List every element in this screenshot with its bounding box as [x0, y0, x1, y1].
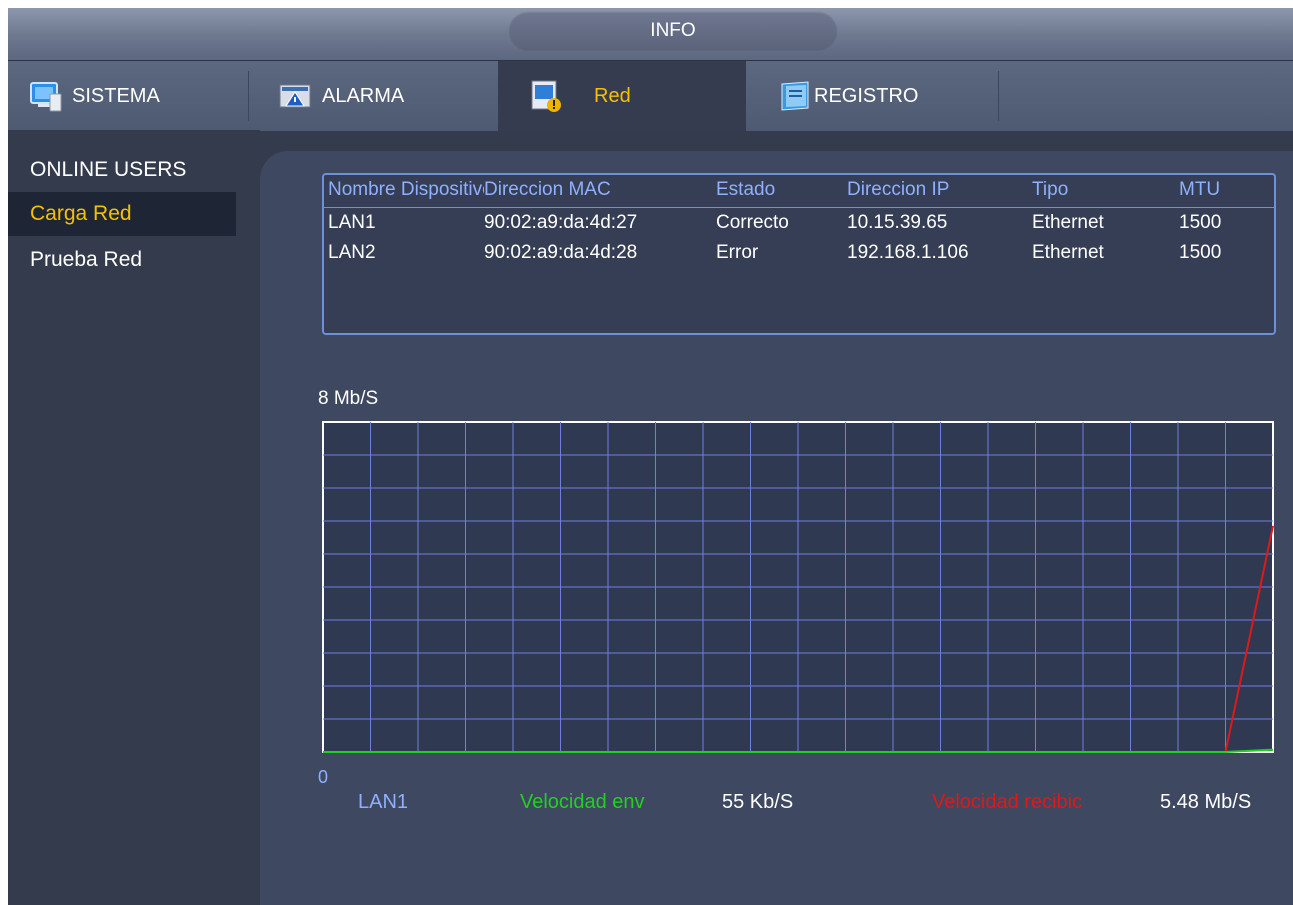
cell-ip: 10.15.39.65: [847, 212, 948, 233]
cell-type: Ethernet: [1032, 242, 1104, 263]
cell-mtu: 1500: [1179, 242, 1222, 263]
tab-divider: [248, 71, 249, 121]
window-title: INFO: [508, 11, 838, 51]
tab-label: ALARMA: [322, 84, 405, 107]
tab-label: REGISTRO: [814, 84, 919, 107]
sidebar-item-carga-red[interactable]: Carga Red: [8, 192, 236, 236]
cell-device-name: LAN2: [328, 242, 376, 263]
tab-sistema[interactable]: SISTEMA: [28, 61, 248, 131]
main-tab-bar: SISTEMA ALARMA Red REGISTRO: [8, 60, 1293, 131]
tab-label: SISTEMA: [72, 84, 160, 107]
log-book-icon: [781, 81, 809, 111]
sidebar: ONLINE USERS Carga Red Prueba Red: [8, 130, 260, 905]
cell-mtu: 1500: [1179, 212, 1222, 233]
cell-type: Ethernet: [1032, 212, 1104, 233]
cell-device-name: LAN1: [328, 212, 376, 233]
tab-red[interactable]: Red: [498, 61, 746, 131]
tab-divider: [998, 71, 999, 121]
column-header-mtu[interactable]: MTU: [1179, 179, 1259, 201]
title-bar: INFO: [8, 8, 1293, 60]
tab-label: Red: [594, 84, 631, 107]
monitor-icon: [30, 82, 62, 112]
cell-mac: 90:02:a9:da:4d:27: [484, 212, 638, 233]
cell-status: Correcto: [716, 212, 789, 233]
legend-interface: LAN1: [358, 791, 409, 813]
sidebar-item-prueba-red[interactable]: Prueba Red: [8, 238, 236, 282]
content-panel: Nombre Dispositivo Direccion MAC Estado …: [260, 151, 1293, 905]
column-header-mac[interactable]: Direccion MAC: [484, 179, 709, 201]
tab-registro[interactable]: REGISTRO: [778, 61, 998, 131]
legend-recv-label: Velocidad recibic: [932, 791, 1083, 813]
cell-mac: 90:02:a9:da:4d:28: [484, 242, 638, 263]
network-load-chart: [322, 421, 1274, 753]
legend-send-value: 55 Kb/S: [722, 791, 794, 813]
column-header-status[interactable]: Estado: [716, 179, 836, 201]
y-max-label: 8 Mb/S: [318, 388, 379, 409]
column-header-device-name[interactable]: Nombre Dispositivo: [328, 179, 484, 201]
legend-send-label: Velocidad env: [520, 791, 645, 813]
column-header-type[interactable]: Tipo: [1032, 179, 1172, 201]
network-interfaces-table: Nombre Dispositivo Direccion MAC Estado …: [322, 173, 1276, 335]
tab-alarma[interactable]: ALARMA: [278, 61, 498, 131]
legend-recv-value: 5.48 Mb/S: [1160, 791, 1252, 813]
y-min-label: 0: [318, 767, 329, 787]
app-window: INFO SISTEMA ALARMA Red REGISTRO ONLINE …: [8, 8, 1293, 905]
alarm-icon: [279, 84, 311, 108]
table-header-divider: [324, 207, 1274, 208]
network-warning-icon: [531, 80, 561, 112]
column-header-ip[interactable]: Direccion IP: [847, 179, 1022, 201]
cell-ip: 192.168.1.106: [847, 242, 969, 263]
cell-status: Error: [716, 242, 759, 263]
sidebar-item-online-users[interactable]: ONLINE USERS: [8, 148, 236, 192]
